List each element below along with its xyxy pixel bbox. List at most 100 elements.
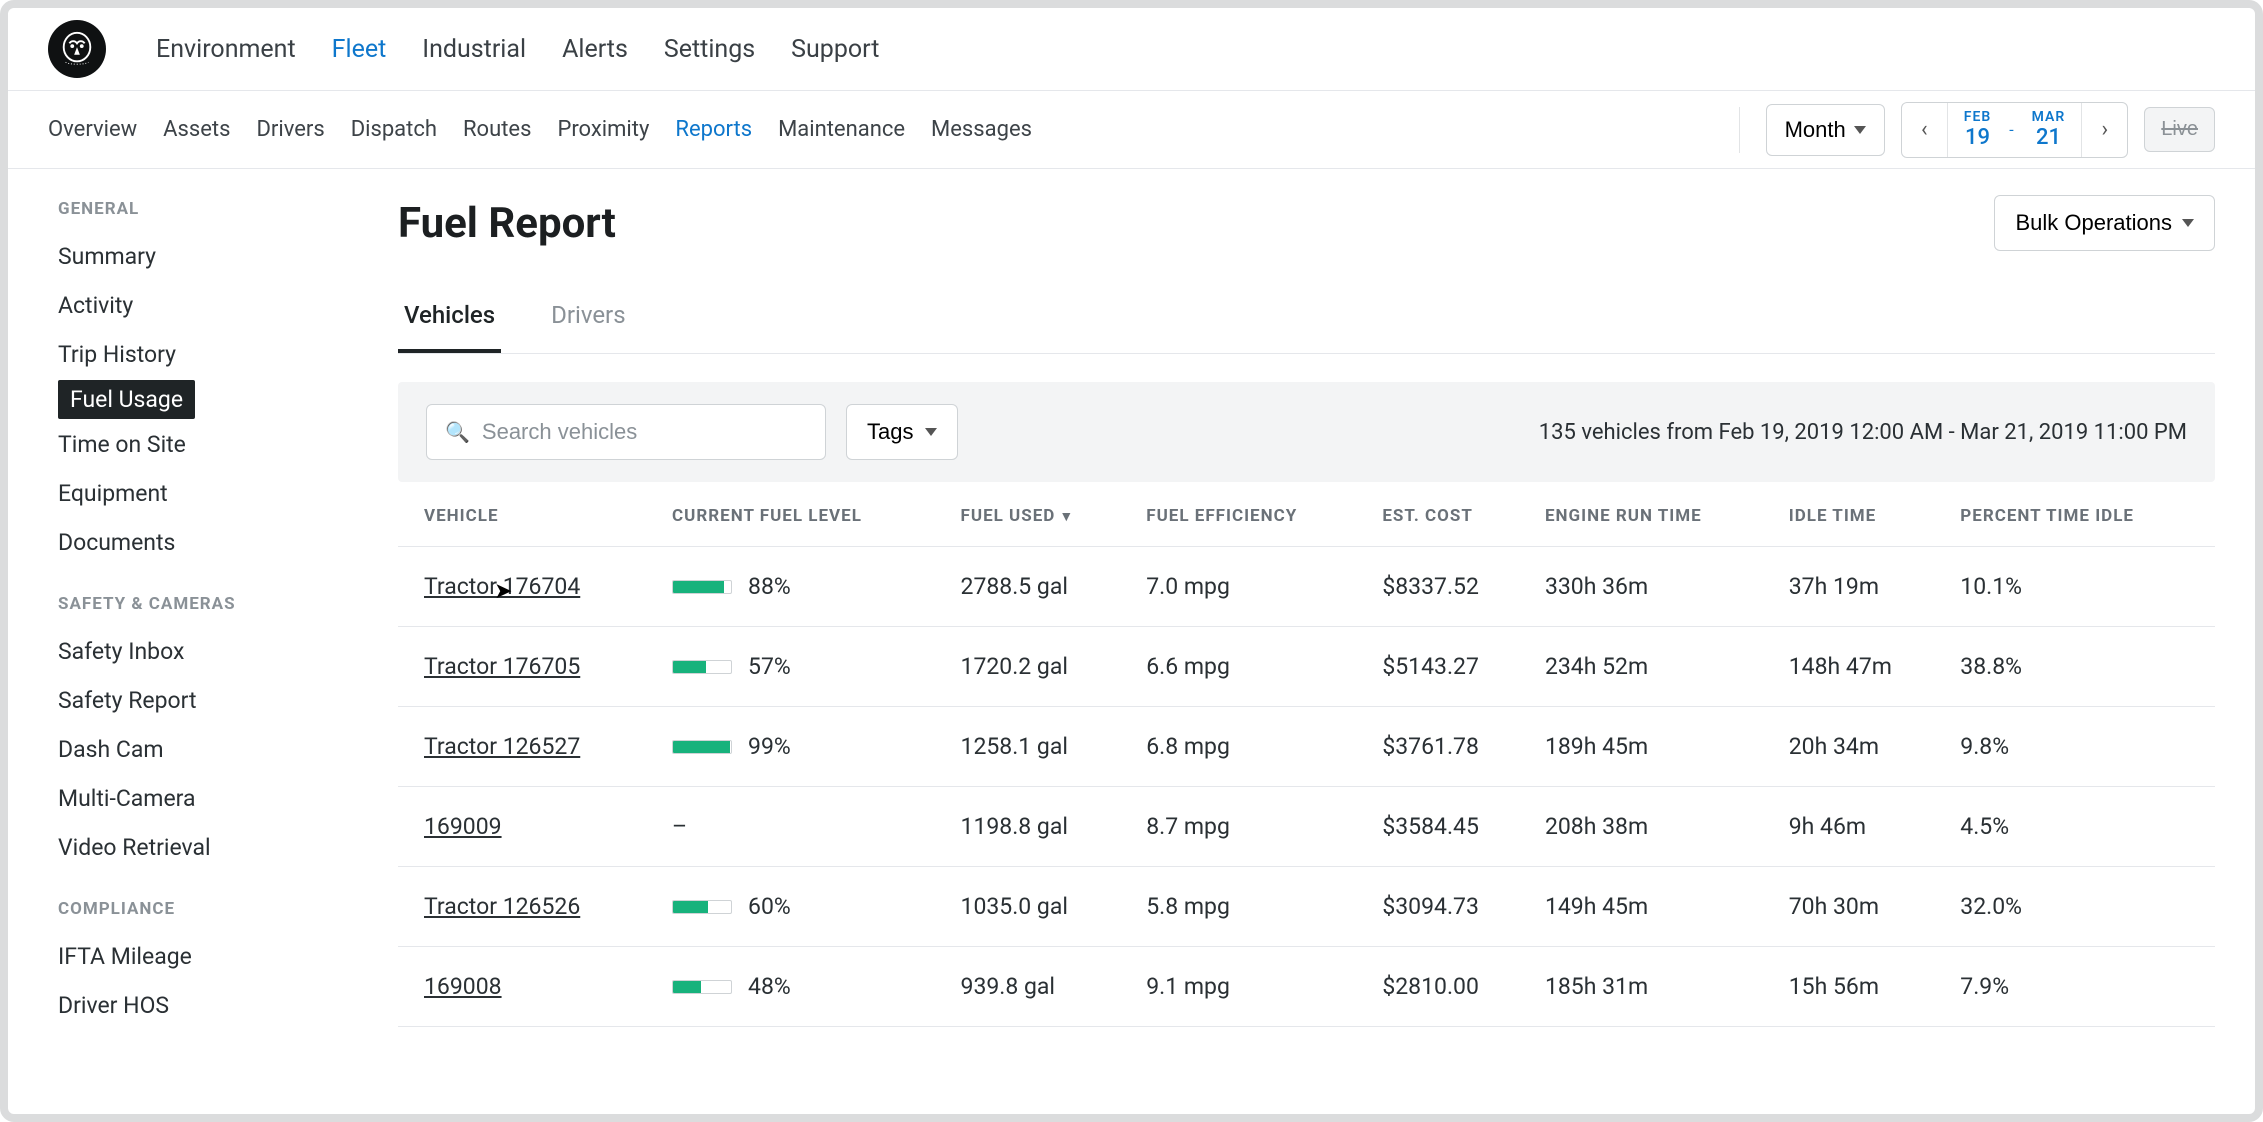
sidebar-item-fuel-usage[interactable]: Fuel Usage	[58, 380, 195, 419]
date-to[interactable]: MAR 21	[2016, 103, 2082, 157]
fuel-bar	[672, 980, 732, 994]
col-idle-time[interactable]: IDLE TIME	[1777, 482, 1949, 547]
fuel-pct: 57%	[748, 653, 791, 680]
cell-cost: $3761.78	[1370, 707, 1533, 787]
top-nav: Environment Fleet Industrial Alerts Settings…	[8, 8, 2255, 91]
sidebar-item-time-on-site[interactable]: Time on Site	[58, 421, 358, 468]
cell-pct: 10.1%	[1948, 547, 2215, 627]
sidebar-item-video-retrieval[interactable]: Video Retrieval	[58, 824, 358, 871]
top-nav-environment[interactable]: Environment	[156, 35, 296, 64]
fuel-bar	[672, 580, 732, 594]
cell-fuelUsed: 1258.1 gal	[949, 707, 1135, 787]
date-next-button[interactable]: ›	[2081, 103, 2127, 157]
sub-nav-drivers[interactable]: Drivers	[256, 117, 324, 142]
col-current-fuel-level[interactable]: CURRENT FUEL LEVEL	[660, 482, 949, 547]
sidebar-item-safety-inbox[interactable]: Safety Inbox	[58, 628, 358, 675]
sub-nav: Overview Assets Drivers Dispatch Routes Proxi…	[8, 91, 2255, 169]
live-button[interactable]: Live	[2144, 107, 2215, 152]
sidebar-item-safety-report[interactable]: Safety Report	[58, 677, 358, 724]
cell-fuelUsed: 939.8 gal	[949, 947, 1135, 1027]
brand-logo	[48, 20, 106, 78]
sidebar-section-title: GENERAL	[58, 199, 358, 219]
cell-pct: 38.8%	[1948, 627, 2215, 707]
sidebar-section-title: SAFETY & CAMERAS	[58, 594, 358, 614]
sidebar-item-driver-hos[interactable]: Driver HOS	[58, 982, 358, 1029]
cell-eff: 7.0 mpg	[1134, 547, 1370, 627]
sub-nav-proximity[interactable]: Proximity	[557, 117, 649, 142]
bulk-operations-button[interactable]: Bulk Operations	[1994, 195, 2215, 251]
fuel-level-cell: 88%	[660, 547, 949, 627]
period-select-button[interactable]: Month	[1766, 104, 1885, 156]
top-nav-support[interactable]: Support	[791, 35, 879, 64]
fuel-level-cell: 99%	[660, 707, 949, 787]
bulk-operations-label: Bulk Operations	[2015, 210, 2172, 236]
sub-nav-overview[interactable]: Overview	[48, 117, 137, 142]
summary-text: 135 vehicles from Feb 19, 2019 12:00 AM …	[1539, 420, 2187, 445]
search-icon: 🔍	[445, 420, 470, 444]
tab-vehicles[interactable]: Vehicles	[398, 285, 501, 353]
date-range-box: ‹ FEB 19 - MAR 21 ›	[1901, 102, 2129, 158]
vehicle-link[interactable]: Tractor 176705	[424, 653, 580, 680]
fuel-level-cell: 57%	[660, 627, 949, 707]
sidebar-item-multi-camera[interactable]: Multi-Camera	[58, 775, 358, 822]
vehicle-link[interactable]: 169008	[424, 973, 502, 1000]
sidebar-item-equipment[interactable]: Equipment	[58, 470, 358, 517]
sub-nav-dispatch[interactable]: Dispatch	[351, 117, 437, 142]
fuel-pct: 99%	[748, 733, 791, 760]
top-nav-industrial[interactable]: Industrial	[422, 35, 526, 64]
cell-pct: 7.9%	[1948, 947, 2215, 1027]
fuel-level-cell: 48%	[660, 947, 949, 1027]
cell-eff: 9.1 mpg	[1134, 947, 1370, 1027]
col-percent-time-idle[interactable]: PERCENT TIME IDLE	[1948, 482, 2215, 547]
cell-idle: 9h 46m	[1777, 787, 1949, 867]
date-from[interactable]: FEB 19	[1948, 103, 2007, 157]
sub-nav-maintenance[interactable]: Maintenance	[778, 117, 905, 142]
tags-filter-button[interactable]: Tags	[846, 404, 958, 460]
sub-nav-messages[interactable]: Messages	[931, 117, 1032, 142]
sidebar-item-summary[interactable]: Summary	[58, 233, 358, 280]
tab-drivers[interactable]: Drivers	[545, 285, 631, 353]
top-nav-alerts[interactable]: Alerts	[562, 35, 628, 64]
cell-run: 330h 36m	[1533, 547, 1777, 627]
date-to-month: MAR	[2032, 109, 2066, 125]
cell-run: 234h 52m	[1533, 627, 1777, 707]
sub-nav-reports[interactable]: Reports	[675, 117, 752, 142]
col-fuel-efficiency[interactable]: FUEL EFFICIENCY	[1134, 482, 1370, 547]
sidebar-item-dash-cam[interactable]: Dash Cam	[58, 726, 358, 773]
sub-nav-divider	[1739, 107, 1740, 153]
vehicle-link[interactable]: Tractor 126527	[424, 733, 580, 760]
vehicle-link[interactable]: Tractor 176704	[424, 573, 580, 600]
cell-cost: $3094.73	[1370, 867, 1533, 947]
cell-cost: $5143.27	[1370, 627, 1533, 707]
sidebar-item-trip-history[interactable]: Trip History	[58, 331, 358, 378]
cell-pct: 32.0%	[1948, 867, 2215, 947]
col-vehicle[interactable]: VEHICLE	[398, 482, 660, 547]
sub-nav-assets[interactable]: Assets	[163, 117, 230, 142]
sub-nav-routes[interactable]: Routes	[463, 117, 531, 142]
cell-idle: 70h 30m	[1777, 867, 1949, 947]
table-row: Tractor 17670557%1720.2 gal6.6 mpg$5143.…	[398, 627, 2215, 707]
sidebar-item-documents[interactable]: Documents	[58, 519, 358, 566]
date-from-month: FEB	[1964, 109, 1991, 125]
sidebar-item-activity[interactable]: Activity	[58, 282, 358, 329]
col-engine-run-time[interactable]: ENGINE RUN TIME	[1533, 482, 1777, 547]
sidebar-item-ifta-mileage[interactable]: IFTA Mileage	[58, 933, 358, 980]
sort-desc-icon: ▼	[1059, 509, 1074, 525]
top-nav-settings[interactable]: Settings	[664, 35, 755, 64]
col-fuel-used[interactable]: FUEL USED▼	[949, 482, 1135, 547]
search-box[interactable]: 🔍	[426, 404, 826, 460]
date-prev-button[interactable]: ‹	[1902, 103, 1948, 157]
vehicle-link[interactable]: 169009	[424, 813, 502, 840]
vehicle-link[interactable]: Tractor 126526	[424, 893, 580, 920]
table-row: Tractor 17670488%2788.5 gal7.0 mpg$8337.…	[398, 547, 2215, 627]
cell-cost: $3584.45	[1370, 787, 1533, 867]
cell-eff: 5.8 mpg	[1134, 867, 1370, 947]
search-input[interactable]	[482, 419, 807, 445]
sidebar: GENERAL SummaryActivityTrip HistoryFuel U…	[8, 169, 358, 1099]
top-nav-fleet[interactable]: Fleet	[332, 35, 387, 64]
table-row: 169009–1198.8 gal8.7 mpg$3584.45208h 38m…	[398, 787, 2215, 867]
cell-idle: 20h 34m	[1777, 707, 1949, 787]
date-dash: -	[2007, 103, 2015, 157]
caret-down-icon	[1854, 126, 1866, 134]
col-est-cost[interactable]: EST. COST	[1370, 482, 1533, 547]
